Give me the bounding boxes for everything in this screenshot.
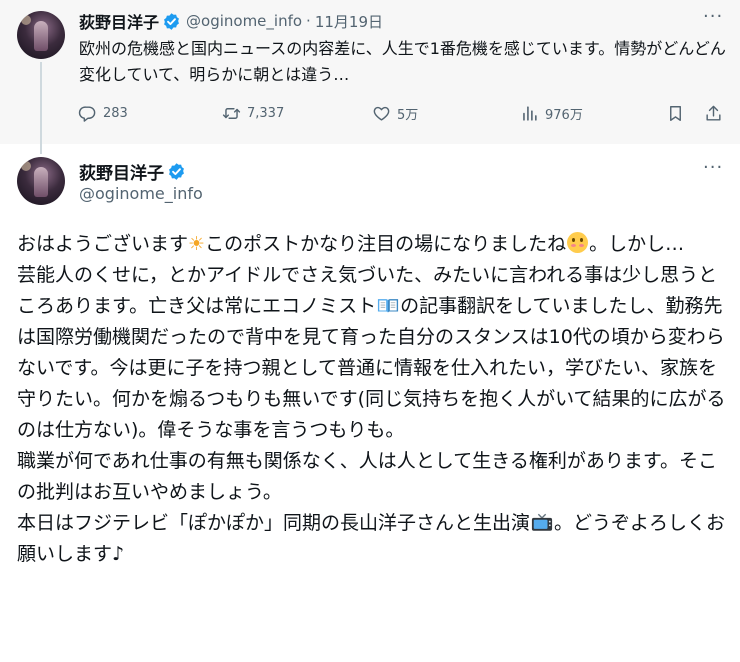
- thread-line: [40, 62, 42, 154]
- user-handle[interactable]: @oginome_info: [186, 12, 302, 30]
- more-icon[interactable]: ···: [703, 6, 723, 27]
- reply-button[interactable]: 283: [78, 104, 128, 123]
- verified-badge-icon: [164, 12, 179, 30]
- text-segment: このポストかなり注目の場になりましたね: [205, 233, 567, 255]
- verified-badge-icon: [169, 163, 184, 180]
- share-icon: [706, 105, 721, 121]
- tweet-date[interactable]: 11月19日: [315, 11, 383, 32]
- like-button[interactable]: 5万: [372, 104, 418, 123]
- repost-count: 7,337: [247, 106, 285, 121]
- tweet-header: 荻野目洋子 @oginome_info · 11月19日: [79, 10, 383, 32]
- avatar-figure: [34, 167, 48, 197]
- bookmark-icon: [670, 106, 681, 121]
- parent-tweet[interactable]: 荻野目洋子 @oginome_info · 11月19日 ··· 欧州の危機感と…: [0, 0, 740, 154]
- text-segment: おはようございます: [17, 233, 189, 255]
- views-icon: [523, 106, 537, 121]
- text-segment: 本日はフジテレビ「ぽかぽか」同期の長山洋子さんと生出演: [17, 512, 531, 534]
- avatar-figure: [34, 21, 48, 51]
- text-segment: 。しかし…: [589, 233, 685, 255]
- heart-icon: [373, 106, 390, 121]
- reply-count: 283: [103, 106, 128, 121]
- tweet-paragraph: 本日はフジテレビ「ぽかぽか」同期の長山洋子さんと生出演 。どうぞよろしくお願いしま…: [17, 508, 729, 570]
- display-name[interactable]: 荻野目洋子: [79, 159, 164, 184]
- more-icon[interactable]: ···: [703, 157, 723, 178]
- views-button[interactable]: 976万: [520, 104, 583, 123]
- flushed-face-icon: [567, 232, 589, 253]
- reply-icon: [78, 106, 96, 122]
- avatar-light: [21, 15, 31, 25]
- sun-icon: ☀: [188, 233, 206, 255]
- separator-dot: ·: [306, 12, 311, 30]
- avatar[interactable]: [17, 157, 65, 205]
- share-button[interactable]: [704, 104, 729, 123]
- avatar[interactable]: [17, 11, 65, 59]
- like-count: 5万: [397, 108, 419, 123]
- tweet-paragraph: おはようございます☀このポストかなり注目の場になりましたね 。しかし…: [17, 229, 729, 260]
- bookmark-button[interactable]: [666, 104, 691, 123]
- tweet-paragraph: 芸能人のくせに，とかアイドルでさえ気づいた、みたいに言われる事は少し思うところあ…: [17, 260, 729, 446]
- display-name[interactable]: 荻野目洋子: [79, 9, 159, 33]
- repost-icon: [222, 108, 241, 119]
- view-count: 976万: [545, 108, 583, 123]
- action-bar: 283 7,337 5万 976万: [78, 104, 728, 130]
- user-handle[interactable]: @oginome_info: [79, 184, 203, 203]
- open-book-icon: [378, 299, 399, 313]
- avatar-light: [21, 161, 31, 171]
- tweet-body: おはようございます☀このポストかなり注目の場になりましたね 。しかし… 芸能人のく…: [17, 229, 729, 570]
- tweet-author: 荻野目洋子: [79, 159, 186, 184]
- repost-button[interactable]: 7,337: [222, 104, 284, 123]
- tweet-paragraph: 職業が何であれ仕事の有無も関係なく、人は人として生きる権利があります。そこの批判…: [17, 450, 717, 503]
- television-icon: [531, 513, 553, 531]
- tweet-text: 欧州の危機感と国内ニュースの内容差に、人生で1番危機を感じています。情勢がどんど…: [79, 39, 726, 84]
